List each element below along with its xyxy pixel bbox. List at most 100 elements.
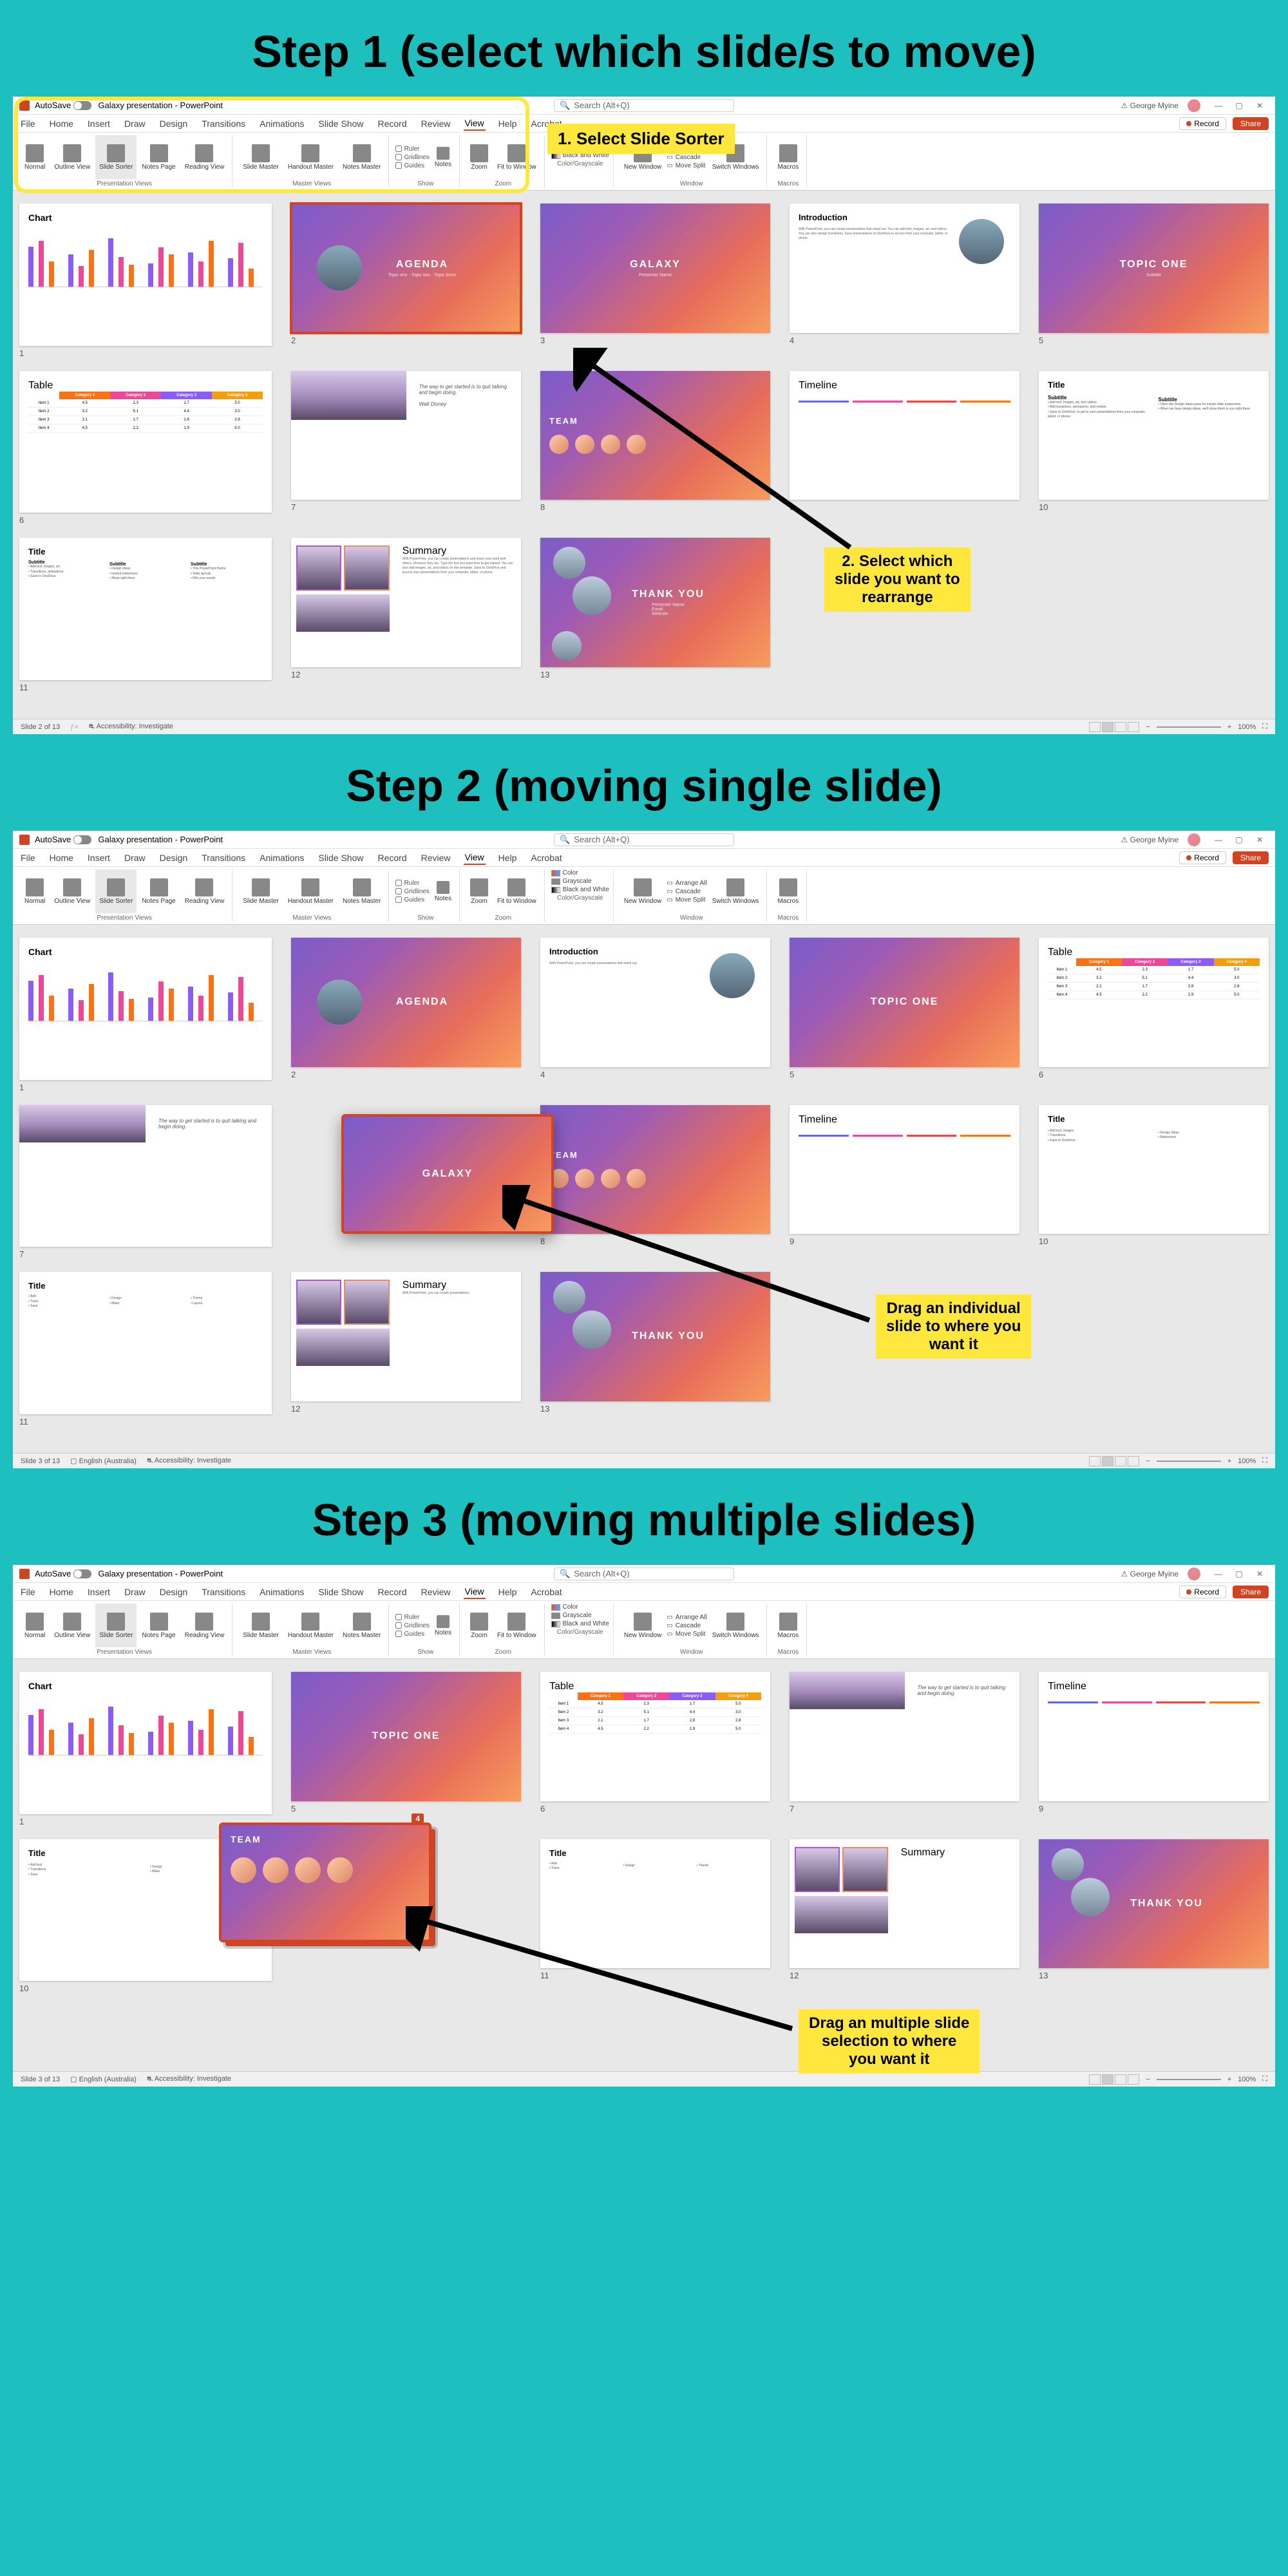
reading-view-icon[interactable] (1115, 722, 1126, 732)
outline-view-button[interactable]: Outline View (50, 1604, 94, 1647)
slide-10[interactable]: Title• Add text, images• Transitions• Sa… (1039, 1105, 1269, 1235)
guides-checkbox[interactable]: Guides (395, 162, 429, 169)
color-option[interactable]: Color (551, 869, 609, 876)
zoom-button[interactable]: Zoom (466, 1604, 492, 1647)
menu-insert[interactable]: Insert (86, 117, 111, 130)
notes-page-button[interactable]: Notes Page (138, 869, 179, 913)
menu-review[interactable]: Review (420, 117, 452, 130)
outline-view-button[interactable]: Outline View (50, 135, 94, 179)
macros-button[interactable]: Macros (773, 135, 802, 179)
menu-record[interactable]: Record (376, 117, 408, 130)
ruler-checkbox[interactable]: Ruler (395, 146, 429, 153)
gridlines-checkbox[interactable]: Gridlines (395, 888, 429, 895)
search-input[interactable]: 🔍 Search (Alt+Q) (554, 99, 734, 112)
slide-13[interactable]: THANK YOU (1039, 1839, 1269, 1969)
slide-sorter-button[interactable]: Slide Sorter (95, 869, 137, 913)
slide-12[interactable]: Summary (790, 1839, 1019, 1969)
notes-page-button[interactable]: Notes Page (138, 135, 179, 179)
fit-window-button[interactable]: Fit to Window (493, 869, 540, 913)
avatar[interactable] (1188, 99, 1200, 112)
slide-sorter-area[interactable]: Chart1 AGENDATopic one · Topic two · Top… (13, 191, 1275, 719)
move-split-button[interactable]: ▭ Move Split (667, 1631, 706, 1638)
slide-11[interactable]: Title• Add• Trans• Design• Theme (540, 1839, 770, 1969)
menu-home[interactable]: Home (48, 117, 75, 130)
ruler-checkbox[interactable]: Ruler (395, 1614, 429, 1621)
normal-view-button[interactable]: Normal (21, 1604, 49, 1647)
fit-window-button[interactable]: Fit to Window (493, 1604, 540, 1647)
zoom-button[interactable]: Zoom (466, 869, 492, 913)
menu-view[interactable]: View (464, 117, 486, 131)
slide-7[interactable]: The way to get started is to quit talkin… (790, 1672, 1019, 1801)
zoom-slider[interactable] (1157, 726, 1221, 728)
new-window-button[interactable]: New Window (620, 869, 665, 913)
dragging-multi-slide[interactable]: 4 TEAM (219, 1823, 431, 1942)
slide-11[interactable]: TitleSubtitle• Add text, images, art• Tr… (19, 538, 272, 680)
slide-4[interactable]: TOPIC ONE (790, 938, 1019, 1067)
color-option[interactable]: Color (551, 1604, 609, 1611)
share-button[interactable]: Share (1233, 117, 1269, 130)
slide-3[interactable]: IntroductionWith PowerPoint, you can cre… (540, 938, 770, 1067)
autosave-toggle[interactable]: AutoSave (35, 100, 91, 110)
menu-transitions[interactable]: Transitions (200, 117, 247, 130)
slide-8[interactable]: TEAM (540, 1105, 770, 1235)
menu-animations[interactable]: Animations (258, 117, 305, 130)
grayscale-option[interactable]: Grayscale (551, 878, 609, 885)
switch-windows-button[interactable]: Switch Windows (708, 1604, 763, 1647)
notes-master-button[interactable]: Notes Master (339, 135, 384, 179)
notes-button[interactable]: Notes (431, 1604, 455, 1647)
arrange-all-button[interactable]: ▭ Arrange All (667, 1614, 706, 1621)
language-status[interactable]: ƒ× (70, 723, 79, 731)
slide-8[interactable]: TEAM (540, 371, 770, 500)
guides-checkbox[interactable]: Guides (395, 1631, 429, 1638)
dragging-slide[interactable]: GALAXY (341, 1114, 554, 1234)
slide-3[interactable]: GALAXYPresenter Name (540, 204, 770, 333)
slide-5[interactable]: TOPIC ONE (291, 1672, 521, 1801)
outline-view-button[interactable]: Outline View (50, 869, 94, 913)
slide-6[interactable]: TableCategory 1Category 2Category 3Categ… (540, 1672, 770, 1801)
slide-sorter-area-2[interactable]: Chart1 AGENDA2 IntroductionWith PowerPoi… (13, 925, 1275, 1453)
slide-7[interactable]: The way to get started is to quit talkin… (291, 371, 521, 500)
fit-window-button[interactable]: Fit to Window (493, 135, 540, 179)
gridlines-checkbox[interactable]: Gridlines (395, 154, 429, 161)
zoom-level[interactable]: 100% (1238, 723, 1256, 731)
slide-sorter-button[interactable]: Slide Sorter (95, 1604, 137, 1647)
minimize-button[interactable]: — (1209, 99, 1227, 112)
slideshow-view-icon[interactable] (1128, 722, 1139, 732)
reading-view-button[interactable]: Reading View (181, 869, 229, 913)
slide-11[interactable]: Title• Add• Trans• Save• Design• Make• T… (19, 1272, 272, 1414)
move-split-button[interactable]: ▭ Move Split (667, 162, 706, 169)
slide-6[interactable]: TableCategory 1Category 2Category 3Categ… (19, 371, 272, 513)
slide-1[interactable]: Chart (19, 204, 272, 346)
slide-5[interactable]: TableCategory 1Category 2Category 3Categ… (1039, 938, 1269, 1067)
slide-5[interactable]: TOPIC ONESubtitle (1039, 204, 1269, 333)
gridlines-checkbox[interactable]: Gridlines (395, 1622, 429, 1629)
slide-master-button[interactable]: Slide Master (239, 869, 283, 913)
new-window-button[interactable]: New Window (620, 1604, 665, 1647)
slide-6[interactable]: The way to get started is to quit talkin… (19, 1105, 272, 1247)
slide-2[interactable]: AGENDA (291, 938, 521, 1067)
menu-help[interactable]: Help (497, 117, 518, 130)
slide-4[interactable]: IntroductionWith PowerPoint, you can cre… (790, 204, 1019, 333)
slide-9[interactable]: Timeline (790, 1105, 1019, 1235)
menu-draw[interactable]: Draw (123, 117, 147, 130)
slide-1[interactable]: Chart (19, 1672, 272, 1814)
slide-12[interactable]: SummaryWith PowerPoint, you can create p… (291, 538, 521, 667)
handout-master-button[interactable]: Handout Master (284, 1604, 337, 1647)
bw-option[interactable]: Black and White (551, 1620, 609, 1627)
slide-12[interactable]: SummaryWith PowerPoint, you can create p… (291, 1272, 521, 1401)
slide-13[interactable]: THANK YOUPresenter NameEmailWebsite (540, 538, 770, 667)
slide-1[interactable]: Chart (19, 938, 272, 1080)
grayscale-option[interactable]: Grayscale (551, 1612, 609, 1619)
reading-view-button[interactable]: Reading View (181, 1604, 229, 1647)
arrange-all-button[interactable]: ▭ Arrange All (667, 880, 706, 887)
menu-slideshow[interactable]: Slide Show (317, 117, 365, 130)
close-button[interactable]: ✕ (1251, 99, 1269, 112)
slide-13[interactable]: THANK YOU (540, 1272, 770, 1401)
normal-view-icon[interactable] (1089, 722, 1101, 732)
ruler-checkbox[interactable]: Ruler (395, 880, 429, 887)
slide-sorter-button[interactable]: Slide Sorter (95, 135, 137, 179)
slide-sorter-area-3[interactable]: Chart1 TOPIC ONE5 TableCategory 1Categor… (13, 1659, 1275, 2071)
notes-master-button[interactable]: Notes Master (339, 1604, 384, 1647)
slide-9[interactable]: Timeline (790, 371, 1019, 500)
macros-button[interactable]: Macros (773, 1604, 802, 1647)
